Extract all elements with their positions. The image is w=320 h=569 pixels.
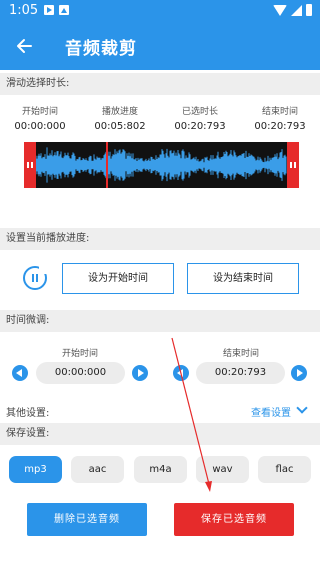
system-icons bbox=[273, 4, 312, 16]
start-decrease-button[interactable] bbox=[12, 365, 28, 381]
page-title: 音频裁剪 bbox=[65, 39, 137, 59]
grip-icon bbox=[290, 162, 296, 168]
fine-start-label: 开始时间 bbox=[61, 349, 98, 359]
end-handle[interactable] bbox=[287, 142, 299, 188]
grip-icon bbox=[27, 162, 33, 168]
playhead[interactable] bbox=[106, 142, 108, 188]
image-icon bbox=[59, 5, 69, 15]
section-progress: 设置当前播放进度: bbox=[0, 228, 320, 250]
start-handle[interactable] bbox=[24, 142, 36, 188]
chevron-down-icon[interactable] bbox=[296, 402, 308, 414]
start-time-value: 00:00:000 bbox=[14, 121, 66, 132]
waveform-graphic bbox=[35, 147, 287, 183]
start-increase-button[interactable] bbox=[132, 365, 148, 381]
set-end-button[interactable]: 设为结束时间 bbox=[187, 263, 299, 294]
delete-selected-button[interactable]: 删除已选音频 bbox=[27, 503, 147, 536]
format-m4a[interactable]: m4a bbox=[134, 456, 187, 483]
status-time: 1:05 bbox=[9, 3, 39, 18]
section-duration: 滑动选择时长: bbox=[0, 73, 320, 95]
set-start-button[interactable]: 设为开始时间 bbox=[62, 263, 174, 294]
format-wav[interactable]: wav bbox=[196, 456, 249, 483]
other-settings-row: 其他设置: 查看设置 bbox=[0, 399, 320, 421]
start-time-info: 开始时间 00:00:000 bbox=[5, 104, 75, 132]
wifi-icon bbox=[273, 4, 287, 16]
back-button[interactable] bbox=[10, 32, 38, 60]
pause-button[interactable] bbox=[23, 265, 48, 290]
fine-end-value[interactable]: 00:20:793 bbox=[196, 362, 285, 384]
section-fine-tune: 时间微调: bbox=[0, 310, 320, 332]
battery-icon bbox=[306, 4, 312, 16]
other-settings-label: 其他设置: bbox=[6, 408, 50, 419]
play-store-icon bbox=[44, 5, 54, 15]
signal-icon bbox=[291, 4, 302, 16]
progress-label: 播放进度 bbox=[101, 107, 138, 117]
time-info: 开始时间 00:00:000 播放进度 00:05:802 已选时长 00:20… bbox=[0, 96, 320, 140]
progress-info: 播放进度 00:05:802 bbox=[85, 104, 155, 132]
app-bar: 音频裁剪 bbox=[0, 22, 320, 70]
start-time-label: 开始时间 bbox=[21, 107, 58, 117]
progress-value: 00:05:802 bbox=[94, 121, 146, 132]
end-increase-button[interactable] bbox=[291, 365, 307, 381]
format-flac[interactable]: flac bbox=[258, 456, 311, 483]
end-time-value: 00:20:793 bbox=[254, 121, 306, 132]
status-bar: 1:05 bbox=[0, 0, 320, 22]
selected-duration-label: 已选时长 bbox=[181, 107, 218, 117]
save-selected-button[interactable]: 保存已选音频 bbox=[174, 503, 294, 536]
arrow-left-icon bbox=[17, 39, 32, 53]
end-decrease-button[interactable] bbox=[173, 365, 189, 381]
fine-end-label: 结束时间 bbox=[222, 349, 259, 359]
end-time-label: 结束时间 bbox=[261, 107, 298, 117]
selected-duration-value: 00:20:793 bbox=[174, 121, 226, 132]
format-aac[interactable]: aac bbox=[71, 456, 124, 483]
waveform[interactable] bbox=[24, 142, 299, 188]
fine-start-value[interactable]: 00:00:000 bbox=[36, 362, 125, 384]
end-time-info: 结束时间 00:20:793 bbox=[245, 104, 315, 132]
view-settings-link[interactable]: 查看设置 bbox=[251, 404, 291, 419]
selected-duration-info: 已选时长 00:20:793 bbox=[165, 104, 235, 132]
section-save: 保存设置: bbox=[0, 423, 320, 445]
notification-icons bbox=[44, 5, 69, 15]
format-mp3[interactable]: mp3 bbox=[9, 456, 62, 483]
